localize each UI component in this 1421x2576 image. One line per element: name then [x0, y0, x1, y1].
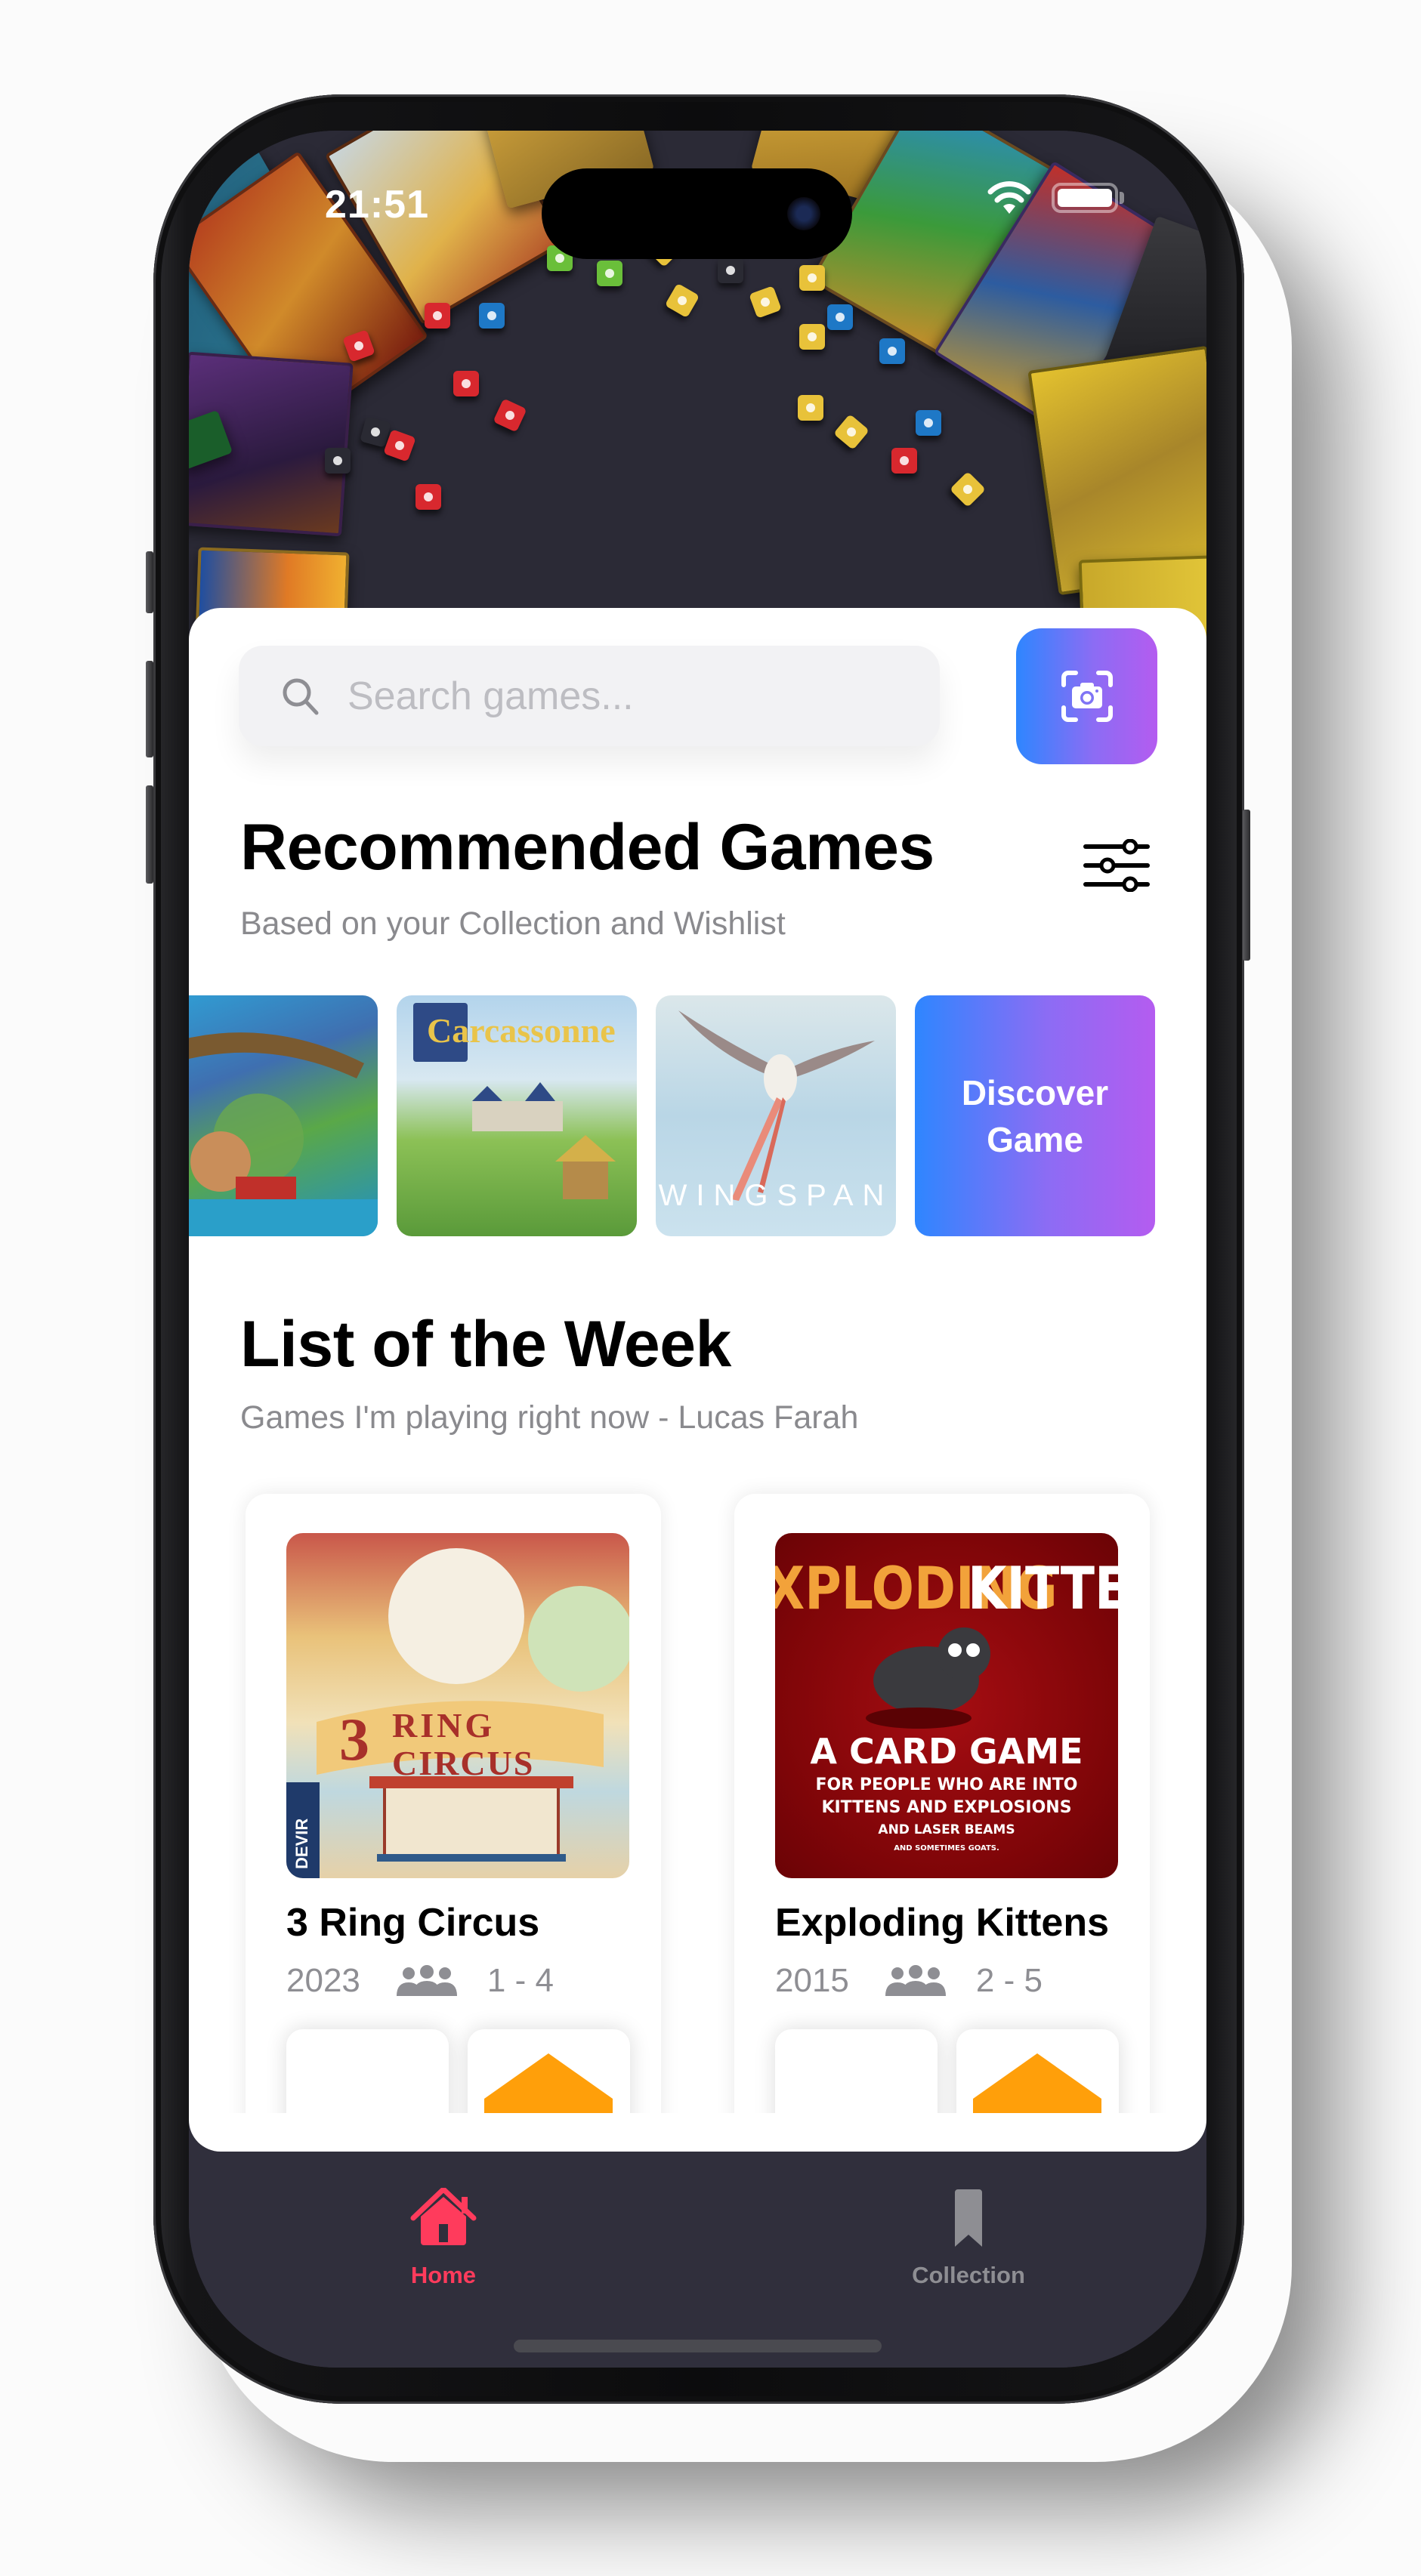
search-input[interactable]	[348, 673, 876, 719]
list-game-card[interactable]: XPLODING KITTEN A CARD GAME FOR PEOPLE W…	[734, 1494, 1150, 2113]
search-bar[interactable]	[239, 646, 940, 746]
tab-bar: Home Collection	[189, 2152, 1206, 2368]
dynamic-island	[542, 168, 852, 259]
power-button	[1243, 810, 1250, 961]
game-year: 2023	[286, 1962, 360, 1999]
svg-text:KITTENS AND EXPLOSIONS: KITTENS AND EXPLOSIONS	[821, 1798, 1071, 1817]
game-meta: 2023 1 - 4	[286, 1962, 554, 2000]
game-players: 1 - 4	[487, 1962, 554, 1999]
svg-text:AND SOMETIMES GOATS.: AND SOMETIMES GOATS.	[894, 1844, 999, 1853]
discover-game-button[interactable]: Discover Game	[915, 995, 1155, 1236]
home-icon	[410, 2188, 477, 2245]
svg-text:KITTEN: KITTEN	[968, 1555, 1118, 1624]
game-cover-spirit-island	[189, 1032, 378, 1236]
rating-box	[956, 2029, 1119, 2113]
players-icon	[885, 1965, 946, 1996]
volume-down-button	[146, 785, 153, 884]
battery-level	[1058, 189, 1112, 207]
tab-collection[interactable]: Collection	[878, 2188, 1059, 2289]
svg-text:FOR PEOPLE WHO ARE INTO: FOR PEOPLE WHO ARE INTO	[815, 1775, 1077, 1794]
svg-text:AND LASER BEAMS: AND LASER BEAMS	[878, 1822, 1015, 1837]
svg-text:WINGSPAN: WINGSPAN	[659, 1179, 894, 1212]
list-game-card[interactable]: 3 RING CIRCUS DEVIR 3 Ring Circus 2023 1…	[246, 1494, 661, 2113]
recommended-game-card[interactable]: Carcassonne	[397, 995, 637, 1236]
camera-scan-icon	[1061, 671, 1113, 722]
app-screen: 21:51 Search games... Recommended Games …	[189, 131, 1206, 2368]
front-camera	[787, 197, 820, 230]
game-meta: 2015 2 - 5	[775, 1962, 1043, 2000]
search-icon	[283, 678, 319, 714]
volume-up-button	[146, 661, 153, 757]
rating-box	[468, 2029, 630, 2113]
recommended-subtitle: Based on your Collection and Wishlist	[240, 905, 786, 942]
status-time: 21:51	[325, 183, 429, 227]
game-cover-exploding-kittens: XPLODING KITTEN A CARD GAME FOR PEOPLE W…	[775, 1533, 1118, 1878]
game-title: Exploding Kittens	[775, 1901, 1109, 1945]
game-cover-3-ring-circus: 3 RING CIRCUS DEVIR	[286, 1533, 629, 1878]
tab-collection-label: Collection	[912, 2262, 1025, 2288]
rating-badge	[484, 2053, 613, 2113]
recommended-carousel[interactable]: Carcassonne WINGSPAN Discover Game	[189, 995, 1206, 1237]
action-button	[146, 551, 153, 613]
content-panel: Recommended Games Based on your Collecti…	[189, 608, 1206, 2152]
players-icon	[396, 1965, 457, 1996]
game-players: 2 - 5	[975, 1962, 1043, 1999]
tab-home[interactable]: Home	[353, 2188, 534, 2289]
home-scroll-view[interactable]: Recommended Games Based on your Collecti…	[189, 608, 1206, 2113]
battery-cap	[1120, 192, 1124, 204]
home-indicator	[514, 2340, 882, 2352]
scan-game-button[interactable]	[1016, 628, 1157, 764]
tab-home-label: Home	[410, 2262, 477, 2288]
game-year: 2015	[775, 1962, 849, 1999]
list-of-week-subtitle: Games I'm playing right now - Lucas Fara…	[240, 1399, 859, 1436]
discover-game-label: Discover Game	[961, 1072, 1109, 1159]
bookmark-icon	[955, 2189, 982, 2247]
svg-text:A CARD GAME: A CARD GAME	[810, 1731, 1083, 1772]
rating-badge	[973, 2053, 1101, 2113]
recommended-title: Recommended Games	[240, 811, 934, 884]
svg-text:Carcassonne: Carcassonne	[427, 1011, 616, 1050]
svg-text:3: 3	[339, 1707, 369, 1773]
game-title: 3 Ring Circus	[286, 1901, 540, 1945]
svg-text:RING: RING	[392, 1706, 495, 1745]
game-cover-wingspan: WINGSPAN	[659, 1010, 894, 1212]
stat-box	[775, 2029, 938, 2113]
svg-text:DEVIR: DEVIR	[292, 1819, 311, 1869]
list-of-week-title: List of the Week	[240, 1308, 731, 1381]
stat-box	[286, 2029, 449, 2113]
wifi-icon	[987, 181, 1031, 214]
recommended-game-card[interactable]: WINGSPAN	[656, 995, 896, 1236]
battery-icon	[1052, 183, 1118, 213]
filter-sliders-icon[interactable]	[1083, 839, 1151, 892]
game-cover-carcassonne: Carcassonne	[413, 1003, 616, 1199]
recommended-game-card[interactable]	[189, 995, 378, 1236]
